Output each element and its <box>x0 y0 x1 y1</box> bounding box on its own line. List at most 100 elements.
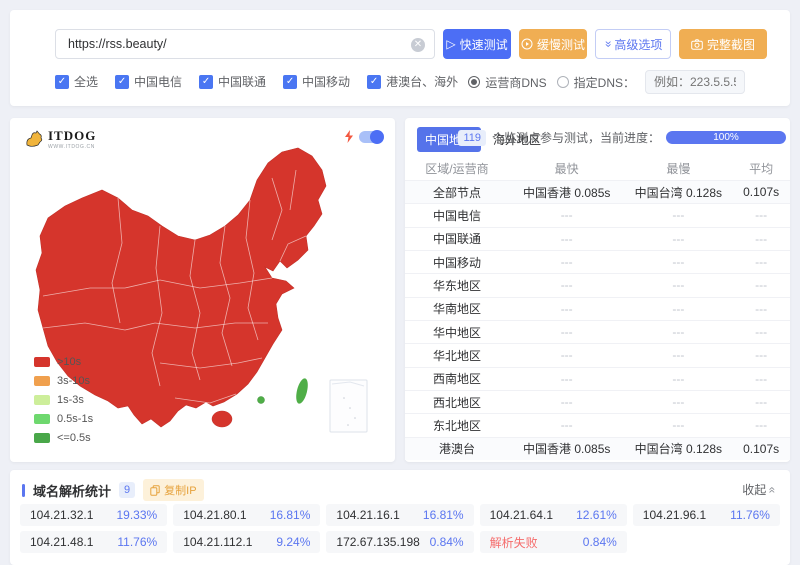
legend-item: 1s-3s <box>34 394 93 406</box>
clear-icon[interactable]: ✕ <box>411 38 425 52</box>
taiwan-island <box>294 377 310 405</box>
slowest-cell: --- <box>624 208 732 222</box>
region-cell: 华南地区 <box>405 300 509 317</box>
average-cell: 0.107s <box>732 442 790 456</box>
slowest-cell: --- <box>624 232 732 246</box>
ip-entry[interactable]: 104.21.16.1 16.81% <box>326 504 473 526</box>
fastest-cell: --- <box>509 348 625 362</box>
chevron-double-up-icon: « <box>767 486 779 493</box>
region-cell: 华北地区 <box>405 347 509 364</box>
legend-swatch <box>34 414 50 424</box>
table-row[interactable]: 华北地区 --- --- --- <box>405 343 790 366</box>
checkbox-checked-icon: ✓ <box>283 75 297 89</box>
region-cell: 中国联通 <box>405 230 509 247</box>
ip-entry[interactable]: 104.21.80.1 16.81% <box>173 504 320 526</box>
ip-entry[interactable]: 104.21.112.1 9.24% <box>173 531 320 553</box>
lightning-icon <box>344 130 354 143</box>
fastest-cell: 中国香港 0.085s <box>509 440 625 457</box>
slowest-cell: --- <box>624 348 732 362</box>
ip-entry[interactable]: 172.67.135.198 0.84% <box>326 531 473 553</box>
legend-swatch <box>34 376 50 386</box>
checkbox-china-unicom[interactable]: ✓ 中国联通 <box>199 73 266 90</box>
table-row[interactable]: 华东地区 --- --- --- <box>405 273 790 296</box>
legend-item: <=0.5s <box>34 432 93 444</box>
table-row[interactable]: 华南地区 --- --- --- <box>405 297 790 320</box>
url-input[interactable]: https://rss.beauty/ ✕ <box>55 29 435 59</box>
average-cell: --- <box>732 372 790 386</box>
legend-item: 3s-10s <box>34 375 93 387</box>
radio-carrier-dns[interactable]: 运营商DNS <box>468 74 546 91</box>
region-cell: 西北地区 <box>405 394 509 411</box>
checkbox-china-telecom[interactable]: ✓ 中国电信 <box>115 73 182 90</box>
ip-entry[interactable]: 104.21.32.1 19.33% <box>20 504 167 526</box>
slowest-cell: 中国台湾 0.128s <box>624 440 732 457</box>
copy-ip-button[interactable]: 复制IP <box>143 479 203 501</box>
progress-value: 100% <box>713 132 739 143</box>
dog-icon <box>24 130 44 148</box>
table-row[interactable]: 西北地区 --- --- --- <box>405 390 790 413</box>
average-cell: 0.107s <box>732 185 790 199</box>
logo-title: ITDOG <box>48 128 96 144</box>
fast-test-button[interactable]: ▷ 快速测试 <box>443 29 511 59</box>
average-cell: --- <box>732 302 790 316</box>
region-cell: 西南地区 <box>405 370 509 387</box>
radio-custom-dns[interactable]: 指定DNS： <box>557 74 635 91</box>
checkbox-hmt-overseas[interactable]: ✓ 港澳台、海外 <box>367 73 458 90</box>
average-cell: --- <box>732 255 790 269</box>
progress-label: 个监测点参与测试，当前进度： <box>492 129 660 146</box>
dns-stats-title: 域名解析统计 <box>33 481 111 500</box>
fastest-cell: --- <box>509 208 625 222</box>
slowest-cell: --- <box>624 395 732 409</box>
dns-count-badge: 9 <box>119 482 135 498</box>
table-row[interactable]: 西南地区 --- --- --- <box>405 367 790 390</box>
hainan-island <box>212 411 232 427</box>
advanced-options-button[interactable]: « 高级选项 <box>595 29 671 59</box>
checkbox-select-all[interactable]: ✓ 全选 <box>55 73 98 90</box>
ip-entry-failed[interactable]: 解析失败 0.84% <box>480 531 627 553</box>
legend-swatch <box>34 433 50 443</box>
map-mode-toggle[interactable] <box>359 131 383 143</box>
table-row[interactable]: 港澳台 中国香港 0.085s 中国台湾 0.128s 0.107s <box>405 437 790 460</box>
collapse-button[interactable]: 收起 « <box>742 481 776 498</box>
ip-grid: 104.21.32.1 19.33% 104.21.80.1 16.81% 10… <box>20 504 780 553</box>
ip-entry[interactable]: 104.21.64.1 12.61% <box>480 504 627 526</box>
table-row[interactable]: 中国电信 --- --- --- <box>405 203 790 226</box>
checkbox-checked-icon: ✓ <box>367 75 381 89</box>
average-cell: --- <box>732 232 790 246</box>
table-row[interactable]: 全部节点 中国香港 0.085s 中国台湾 0.128s 0.107s <box>405 180 790 203</box>
copy-icon <box>150 485 160 496</box>
slowest-cell: --- <box>624 372 732 386</box>
region-cell: 中国电信 <box>405 207 509 224</box>
slowest-cell: --- <box>624 278 732 292</box>
fastest-cell: --- <box>509 278 625 292</box>
radio-selected-icon <box>468 76 480 88</box>
radio-unselected-icon <box>557 76 569 88</box>
ip-entry[interactable]: 104.21.96.1 11.76% <box>633 504 780 526</box>
screenshot-button[interactable]: 完整截图 <box>679 29 767 59</box>
table-row[interactable]: 中国联通 --- --- --- <box>405 227 790 250</box>
region-cell: 华中地区 <box>405 324 509 341</box>
average-cell: --- <box>732 325 790 339</box>
checkbox-china-mobile[interactable]: ✓ 中国移动 <box>283 73 350 90</box>
map-legend: >10s 3s-10s 1s-3s 0.5s-1s <=0.5s <box>34 356 93 444</box>
slow-test-button[interactable]: 缓慢测试 <box>519 29 587 59</box>
section-accent-bar <box>22 484 25 497</box>
table-row[interactable]: 中国移动 --- --- --- <box>405 250 790 273</box>
custom-dns-input[interactable] <box>645 70 745 94</box>
carrier-checkbox-row: ✓ 全选 ✓ 中国电信 ✓ 中国联通 ✓ 中国移动 ✓ 港澳台、海外 <box>55 73 458 90</box>
progress-bar: 100% <box>666 131 786 144</box>
fastest-cell: --- <box>509 302 625 316</box>
average-cell: --- <box>732 208 790 222</box>
table-row[interactable]: 华中地区 --- --- --- <box>405 320 790 343</box>
region-cell: 全部节点 <box>405 184 509 201</box>
results-card: 中国地区 海外地区 119 个监测点参与测试，当前进度： 100% 区域/运营商… <box>405 118 790 462</box>
region-cell: 华东地区 <box>405 277 509 294</box>
table-row[interactable]: 东北地区 --- --- --- <box>405 413 790 436</box>
legend-item: >10s <box>34 356 93 368</box>
itdog-logo: ITDOG WWW.ITDOG.CN <box>24 128 96 150</box>
slowest-cell: --- <box>624 255 732 269</box>
legend-swatch <box>34 395 50 405</box>
play-icon: ▷ <box>446 37 455 51</box>
fastest-cell: --- <box>509 255 625 269</box>
ip-entry[interactable]: 104.21.48.1 11.76% <box>20 531 167 553</box>
